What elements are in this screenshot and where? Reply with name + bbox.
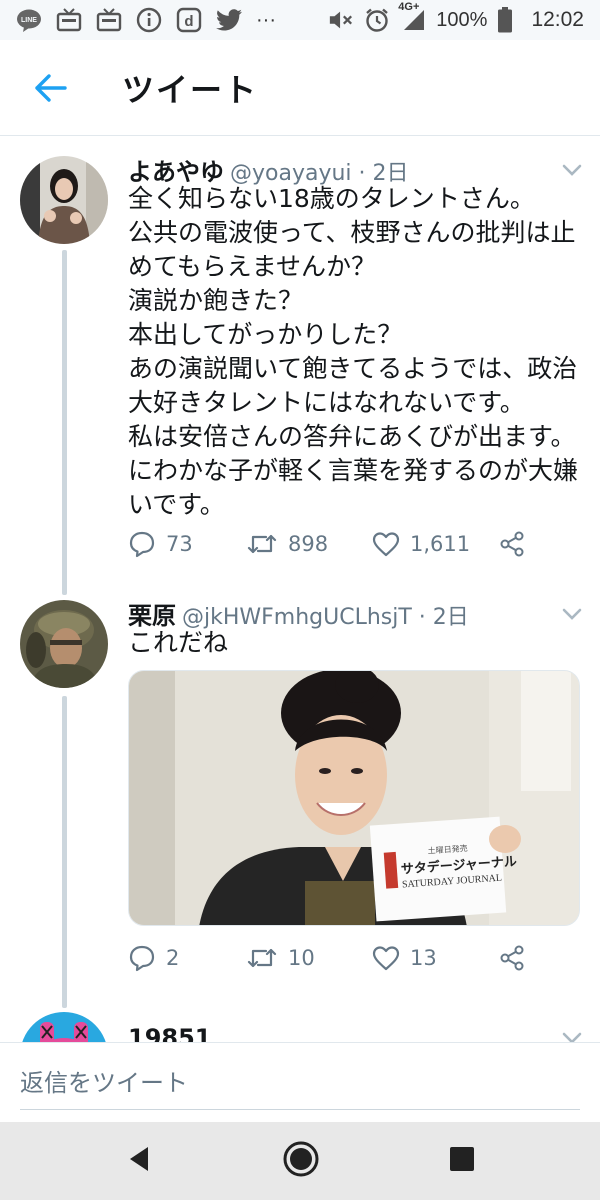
d-icon: d: [176, 7, 202, 33]
back-button[interactable]: [0, 40, 100, 136]
thread-line: [62, 696, 67, 1008]
circle-home-icon: [283, 1141, 319, 1177]
avatar[interactable]: [20, 600, 108, 688]
reply-composer[interactable]: 返信をツイート: [0, 1042, 600, 1122]
tweet-line: めてもらえませんか？: [128, 252, 377, 281]
twitter-icon: [216, 7, 242, 33]
more-indicator: ···: [256, 8, 276, 31]
square-recents-icon: [450, 1147, 474, 1171]
like-button[interactable]: 1,611: [372, 531, 498, 557]
svg-text:LINE: LINE: [21, 17, 37, 24]
reply-button[interactable]: 73: [128, 530, 246, 558]
share-button[interactable]: [498, 944, 526, 972]
share-icon: [500, 531, 524, 557]
line-icon: LINE: [16, 7, 42, 33]
tweet-line: いです。: [128, 490, 225, 519]
page-title: ツイート: [122, 70, 259, 109]
tweet-line: あの演説聞いて飽きてるようでは、政治: [128, 354, 578, 383]
tv-icon: [56, 7, 82, 33]
thread-line: [62, 250, 67, 595]
reply-count: 2: [166, 946, 180, 970]
svg-text:d: d: [184, 13, 193, 30]
tweet-line: 大好きタレントにはなれないです。: [128, 388, 525, 417]
tweet-text: 全く知らない18歳のタレントさん。 公共の電波使って、枝野さんの批判は止 めても…: [128, 182, 588, 522]
system-nav-bar: [0, 1122, 600, 1200]
like-count: 1,611: [410, 532, 471, 556]
battery-icon: [497, 7, 513, 33]
app-header: ツイート: [0, 40, 600, 136]
avatar[interactable]: [20, 156, 108, 244]
status-bar: LINE d ··· 4G+ 100% 12:02: [0, 0, 600, 40]
triangle-back-icon: [130, 1147, 148, 1171]
clock: 12:02: [531, 8, 584, 31]
retweet-button[interactable]: 898: [246, 532, 372, 556]
heart-icon: [372, 532, 400, 557]
reply-count: 73: [166, 532, 193, 556]
nav-recents-button[interactable]: [448, 1145, 476, 1177]
tweet-line: 私は安倍さんの答弁にあくびが出ます。: [128, 422, 576, 451]
share-icon: [500, 945, 524, 971]
input-underline: [20, 1109, 580, 1110]
chevron-down-icon: [562, 164, 582, 176]
tweet-line: 全く知らない18歳のタレントさん。: [128, 184, 535, 213]
retweet-count: 898: [288, 532, 329, 556]
tweet-photo[interactable]: 土曜日発売 サタデージャーナル SATURDAY JOURNAL: [128, 670, 580, 926]
tv-icon: [96, 7, 122, 33]
mute-icon: [328, 7, 354, 33]
tweet-line: 演説か飽きた？: [128, 286, 304, 315]
retweet-button[interactable]: 10: [246, 946, 372, 970]
tweet-text: これだね: [128, 626, 588, 660]
tweet-line: これだね: [128, 628, 229, 657]
tweet-line: 本出してがっかりした？: [128, 320, 403, 349]
reply-input[interactable]: 返信をツイート: [20, 1063, 188, 1098]
like-count: 13: [410, 946, 437, 970]
back-arrow-icon: [35, 73, 67, 102]
like-button[interactable]: 13: [372, 945, 498, 971]
network-type: 4G+: [398, 1, 420, 13]
battery-level: 100%: [436, 8, 488, 31]
nav-back-button[interactable]: [124, 1144, 154, 1178]
tweet-line: 公共の電波使って、枝野さんの批判は止: [128, 218, 576, 247]
retweet-icon: [247, 534, 277, 554]
info-icon: [136, 7, 162, 33]
tweet-menu-button[interactable]: [560, 160, 584, 180]
tweet-line: にわかな子が軽く言葉を発するのが大嫌: [128, 456, 579, 485]
nav-home-button[interactable]: [282, 1140, 320, 1182]
heart-icon: [372, 946, 400, 971]
reply-icon: [129, 531, 155, 558]
chevron-down-icon: [562, 608, 582, 620]
tweet-menu-button[interactable]: [560, 604, 584, 624]
retweet-count: 10: [288, 946, 315, 970]
reply-icon: [129, 945, 155, 972]
retweet-icon: [247, 948, 277, 968]
tweet-actions: 2 10 13: [128, 944, 526, 972]
tweet-actions: 73 898 1,611: [128, 530, 526, 558]
reply-button[interactable]: 2: [128, 944, 246, 972]
share-button[interactable]: [498, 530, 526, 558]
alarm-icon: [364, 7, 390, 33]
